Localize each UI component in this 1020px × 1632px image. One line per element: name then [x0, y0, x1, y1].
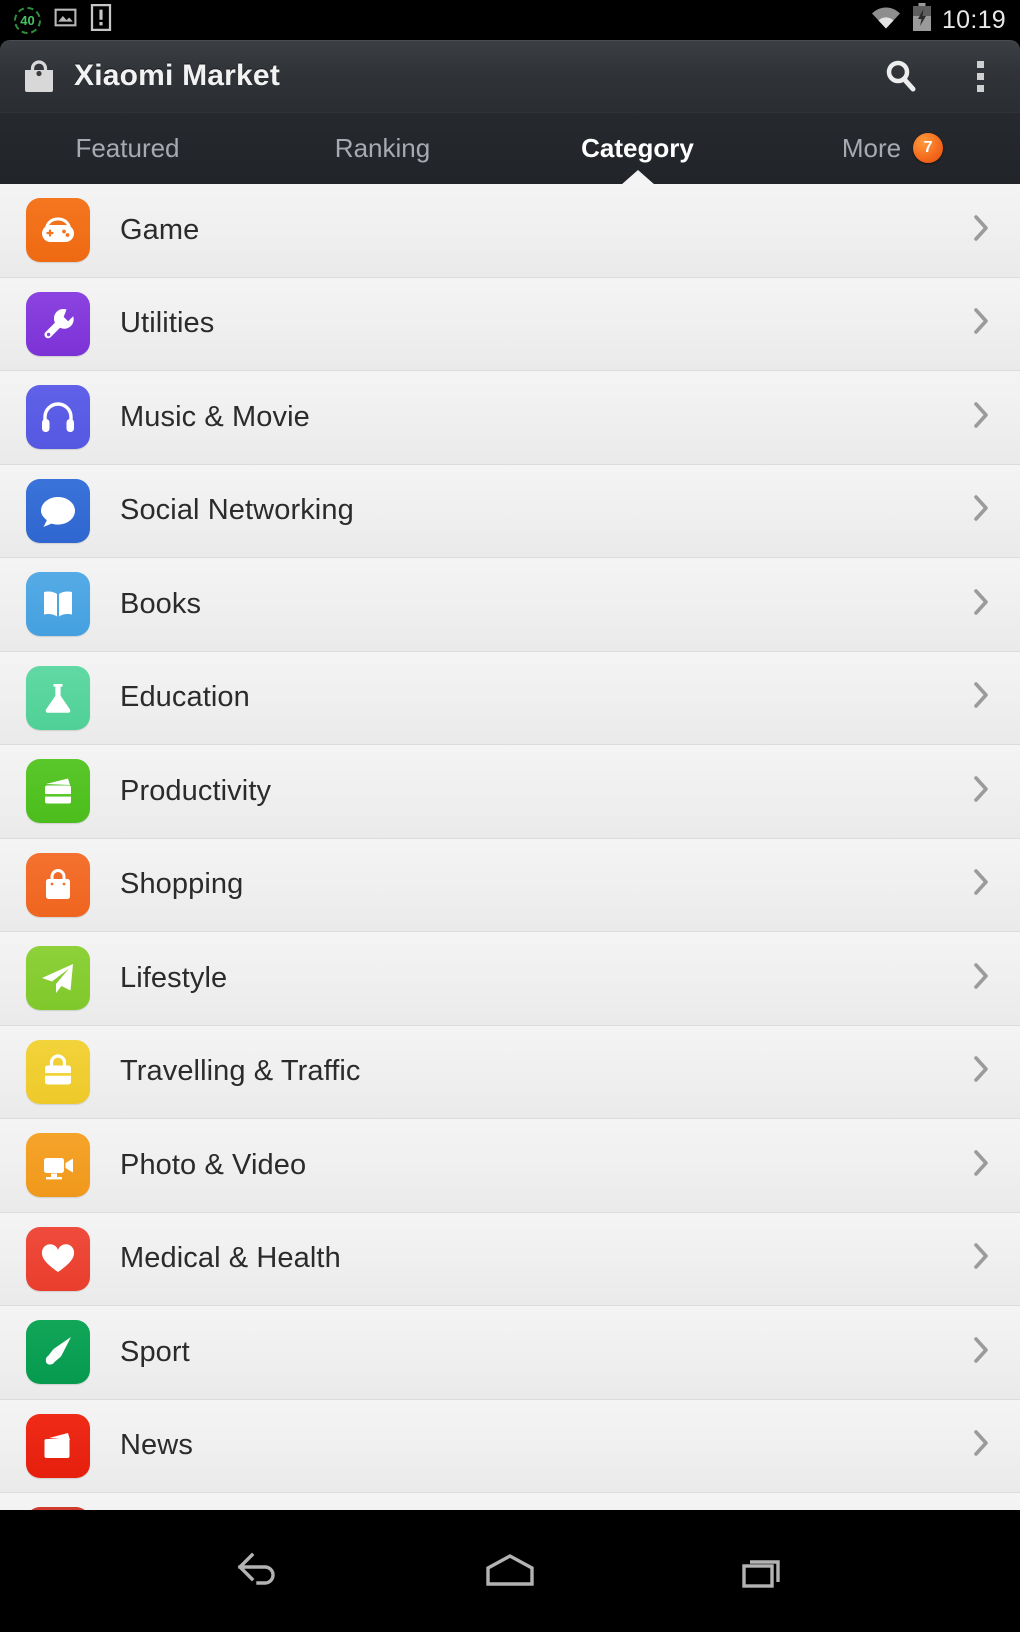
category-row[interactable]: Lifestyle [0, 932, 1020, 1026]
overflow-menu-icon[interactable] [977, 60, 984, 92]
chevron-right-icon [968, 1049, 994, 1094]
category-row[interactable]: Books [0, 558, 1020, 652]
category-row[interactable]: Photo & Video [0, 1119, 1020, 1213]
action-bar-actions [881, 56, 998, 96]
category-row[interactable]: Education [0, 651, 1020, 745]
wrench-icon [26, 291, 90, 356]
category-label: News [120, 1429, 193, 1462]
category-label: Sport [120, 1335, 190, 1368]
category-row[interactable]: Travelling & Traffic [0, 1025, 1020, 1119]
phone-screen: 40 10:19 Xiaomi Market Featured Ranking … [0, 0, 1020, 1632]
category-row[interactable]: Game [0, 184, 1020, 278]
tab-label: More [841, 132, 902, 163]
battery-charging-icon [912, 3, 932, 37]
chat-bubble-icon [26, 478, 90, 543]
category-row[interactable]: Medical & Health [0, 1212, 1020, 1306]
alert-icon [90, 4, 112, 36]
tab-ranking[interactable]: Ranking [255, 112, 510, 184]
tab-category[interactable]: Category [510, 112, 765, 185]
open-book-icon [26, 572, 90, 637]
category-label: Shopping [120, 868, 244, 901]
system-navigation-bar [0, 1510, 1020, 1632]
category-list[interactable]: Game Utilities Music & Movie Social Netw… [0, 184, 1020, 1510]
flask-icon [26, 665, 90, 730]
category-row[interactable]: Utilities [0, 277, 1020, 371]
shopping-bag-icon [22, 59, 56, 93]
gamepad-icon [26, 198, 90, 263]
category-label: Books [120, 587, 202, 620]
chevron-right-icon [968, 395, 994, 440]
chevron-right-icon [968, 1330, 994, 1375]
chevron-right-icon [968, 862, 994, 907]
chevron-right-icon [968, 301, 994, 346]
status-bar: 40 10:19 [0, 0, 1020, 40]
image-icon [53, 5, 78, 35]
category-row[interactable]: Shopping [0, 838, 1020, 932]
category-label: Photo & Video [120, 1148, 307, 1181]
tab-featured[interactable]: Featured [0, 112, 255, 184]
paper-plane-icon [26, 946, 90, 1011]
tab-bar: Featured Ranking Category More 7 [0, 112, 1020, 185]
recents-icon[interactable] [738, 1550, 788, 1592]
suitcase-icon [26, 1039, 90, 1104]
back-icon[interactable] [232, 1550, 282, 1592]
tab-more[interactable]: More 7 [765, 112, 1020, 184]
status-bar-left-icons: 40 [14, 4, 112, 36]
tab-label: Ranking [334, 132, 431, 163]
shuttlecock-icon [26, 1320, 90, 1385]
chevron-right-icon [968, 675, 994, 720]
video-camera-icon [26, 1133, 90, 1198]
category-row[interactable]: Sport [0, 1306, 1020, 1400]
tab-label: Featured [75, 132, 180, 163]
action-bar: Xiaomi Market [0, 40, 1020, 112]
active-tab-indicator [620, 170, 655, 185]
more-tab-badge: 7 [913, 133, 944, 163]
status-bar-clock: 10:19 [941, 5, 1006, 34]
chevron-right-icon [968, 956, 994, 1001]
headphones-icon [26, 385, 90, 450]
page-title: Xiaomi Market [74, 59, 281, 92]
category-label: Utilities [120, 307, 215, 340]
category-row[interactable]: Productivity [0, 745, 1020, 839]
search-icon[interactable] [881, 56, 921, 96]
download-progress-icon: 40 [14, 6, 41, 34]
chevron-right-icon [968, 582, 994, 627]
category-row[interactable]: News [0, 1399, 1020, 1493]
chevron-right-icon [968, 1423, 994, 1468]
category-label: Social Networking [120, 494, 354, 527]
chevron-right-icon [968, 769, 994, 814]
heart-icon [26, 1226, 90, 1291]
newspaper-icon [26, 1413, 90, 1478]
category-label: Travelling & Traffic [120, 1055, 361, 1088]
category-label: Lifestyle [120, 961, 228, 994]
shopping-bag-icon [26, 852, 90, 917]
category-label: Productivity [120, 774, 272, 807]
wifi-icon [870, 5, 902, 36]
category-row[interactable]: Social Networking [0, 464, 1020, 558]
chevron-right-icon [968, 1143, 994, 1188]
category-row[interactable]: Music & Movie [0, 371, 1020, 465]
category-label: Medical & Health [120, 1242, 341, 1275]
status-bar-right-icons: 10:19 [870, 3, 1006, 37]
home-icon[interactable] [482, 1550, 538, 1592]
tab-label: Category [581, 132, 694, 163]
category-label: Education [120, 681, 250, 714]
category-label: Game [120, 213, 200, 246]
chevron-right-icon [968, 208, 994, 253]
category-row[interactable]: Entertainment [0, 1493, 1020, 1510]
briefcase-icon [26, 759, 90, 824]
chevron-right-icon [968, 488, 994, 533]
chevron-right-icon [968, 1236, 994, 1281]
category-label: Music & Movie [120, 400, 310, 433]
